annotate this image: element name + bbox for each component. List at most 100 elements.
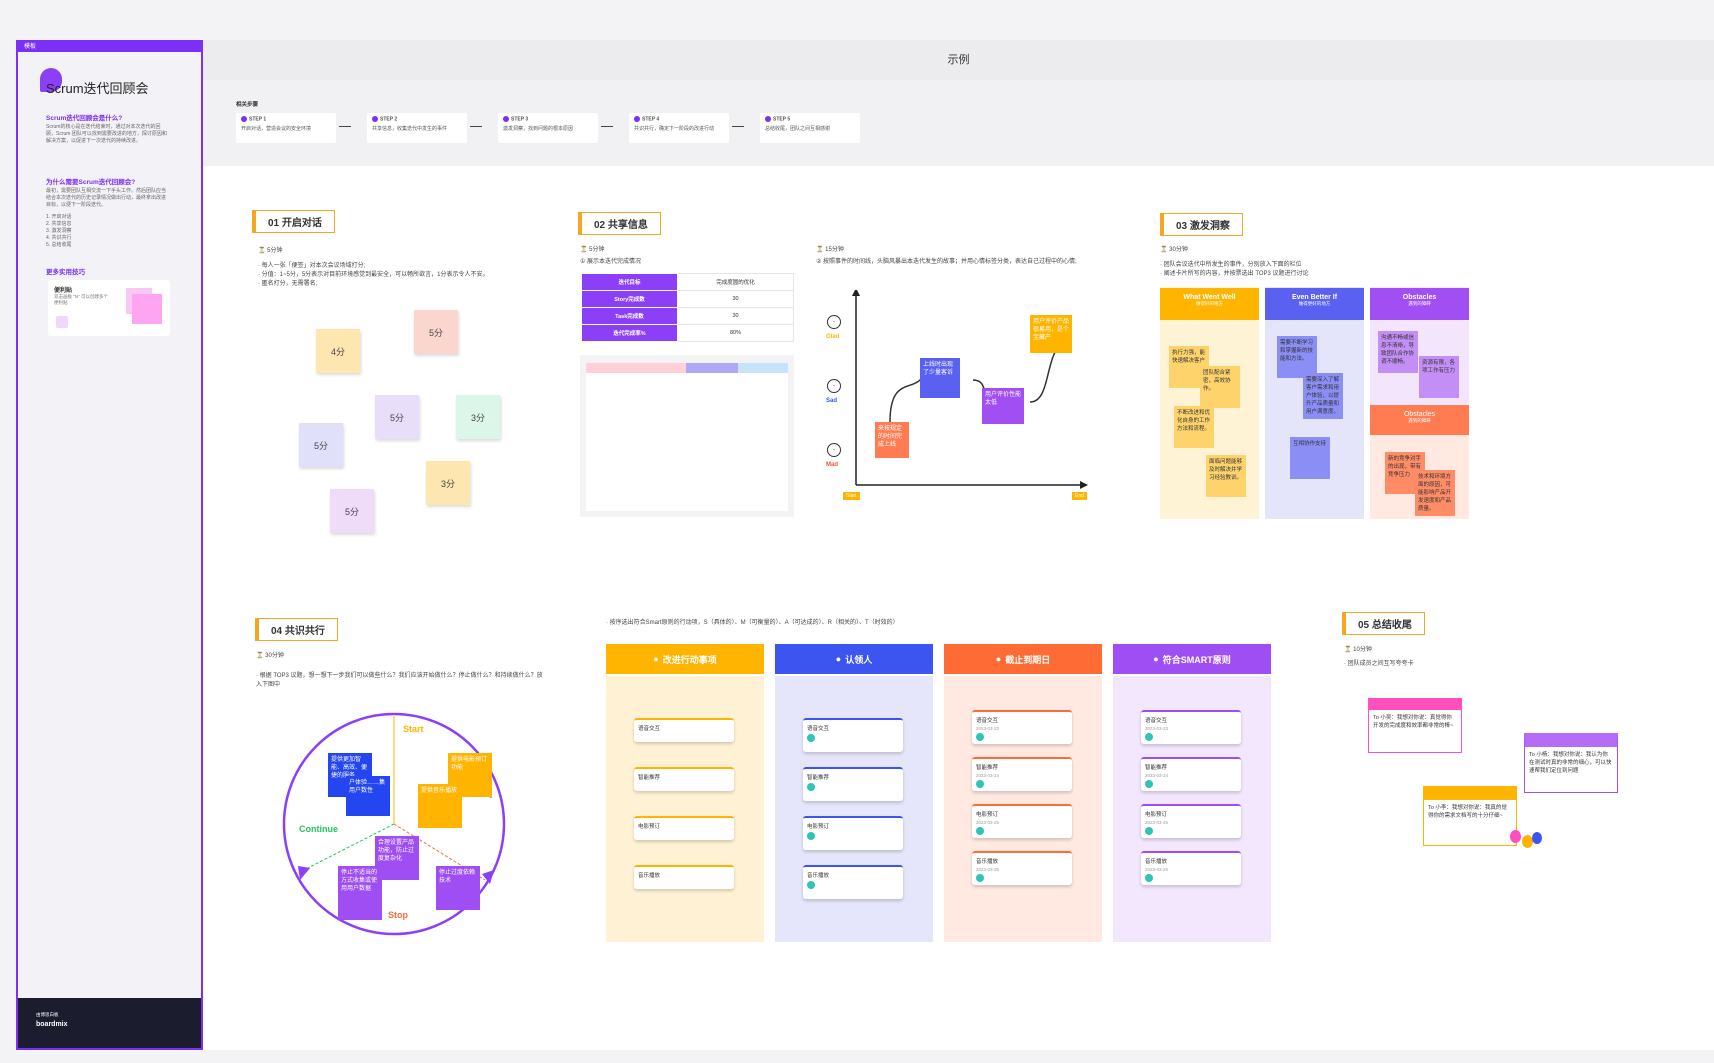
- table-row: Story完成数 30: [581, 290, 794, 308]
- table-key: Story完成数: [581, 290, 678, 308]
- score-sticky[interactable]: 4分: [316, 329, 360, 373]
- axis-start-label: Start: [843, 492, 860, 500]
- timing-02a: ⏳ 5分钟: [580, 247, 605, 253]
- kanban-card-date: 2023-03-25: [976, 867, 1000, 872]
- column-icon: ●: [835, 654, 842, 664]
- score-sticky[interactable]: 5分: [375, 395, 419, 439]
- event-sticky-3[interactable]: 用户评价性能太低: [982, 388, 1024, 424]
- insight-sticky[interactable]: 沟通不畅或信息不清晰，导致团队合作协调不顺畅。: [1378, 331, 1418, 373]
- score-sticky[interactable]: 5分: [414, 310, 458, 354]
- kanban-card[interactable]: 智能推荐 2023-03-24: [972, 757, 1072, 791]
- kanban-column: [606, 676, 764, 942]
- col-sub: 遇到的障碍: [1408, 301, 1431, 306]
- col-head: Obstacles 遇到的障碍: [1370, 288, 1469, 320]
- event-sticky-4[interactable]: 用户评价产品很易用，是个宝藏产: [1030, 315, 1072, 353]
- kanban-card[interactable]: 电影预订 2023-03-25: [972, 804, 1072, 838]
- event-sticky-2[interactable]: 上线时出现了少量客诉: [920, 358, 960, 398]
- timing-03-text: 30分钟: [1169, 247, 1188, 253]
- tip-card[interactable]: 便利贴 双击画板 "N" 可以创建多个便利贴: [48, 280, 170, 336]
- kanban-card[interactable]: 语音交互: [634, 718, 734, 742]
- event-sticky-1[interactable]: 来按规定的时间完成上线: [875, 422, 909, 458]
- kanban-card-title: 智能推荐: [638, 775, 661, 781]
- kanban-head-todo: [586, 363, 686, 373]
- kanban-card-title: 电影预订: [638, 824, 661, 830]
- instructions-01: · 每人一张「便签」对本次会议场域打分; · 分值：1~5分，5分表示对目前环境感…: [258, 262, 548, 289]
- timing-04: ⏳ 30分钟: [256, 653, 284, 659]
- insight-sticky[interactable]: 不断改进和优化自身的工作方法和流程。: [1174, 406, 1214, 448]
- step-title-text: STEP 2: [380, 116, 398, 123]
- kanban-card-title: 语音交互: [976, 718, 999, 724]
- step-card-1[interactable]: STEP 1 开启对话，营造会议的安全环境: [236, 113, 336, 143]
- kanban-header: ● 改进行动事项: [606, 644, 764, 674]
- insight-sticky[interactable]: 团队配合紧密，高效协作。: [1200, 366, 1240, 408]
- kanban-card[interactable]: 语音交互 2023-03-23: [972, 710, 1072, 744]
- insight-sticky[interactable]: 技术和环境方面的原因，可能影响产品开发速度和产品质量。: [1415, 470, 1455, 516]
- kanban-head-done: [738, 363, 788, 373]
- kanban-card-date: 2023-03-25: [1145, 867, 1169, 872]
- insight-sticky[interactable]: 需要不断学习和掌握新的技能和方法。: [1277, 336, 1317, 378]
- insight-sticky[interactable]: 互相协作支持: [1290, 437, 1330, 479]
- step-desc: 共识共行，确定下一阶段的改进行动: [634, 126, 715, 133]
- step-card-title: STEP 5: [765, 116, 855, 122]
- insight-sticky[interactable]: 需要深入了解客户需求和用户体验，以提升产品质量和用户满意度。: [1303, 373, 1343, 419]
- kanban-card[interactable]: 音乐播放 2023-03-25: [1141, 851, 1241, 885]
- col-sub: 做得更好的地方: [1298, 301, 1331, 306]
- arrow-right-icon: [601, 126, 613, 127]
- table-value: 80%: [677, 324, 794, 342]
- kanban-card[interactable]: 电影预订: [803, 816, 903, 850]
- score-sticky[interactable]: 5分: [299, 423, 343, 467]
- kanban-card-date: 2023-03-23: [976, 726, 1000, 731]
- y-arrow-icon: [852, 290, 860, 296]
- table-row: Task完成数 30: [581, 307, 794, 325]
- score-sticky[interactable]: 3分: [456, 395, 500, 439]
- avatar-icon: [807, 832, 815, 840]
- step-card-4[interactable]: STEP 4 共识共行，确定下一阶段的改进行动: [629, 113, 729, 143]
- kanban-card[interactable]: 智能推荐 2023-03-24: [1141, 757, 1241, 791]
- kanban-card-date: 2023-03-23: [1145, 726, 1169, 731]
- kanban-header-text: 截止到期日: [1005, 654, 1051, 665]
- start-sticky-2[interactable]: 提供音乐播放: [418, 784, 462, 828]
- kanban-card[interactable]: 音乐播放: [634, 865, 734, 889]
- stop-sticky-3[interactable]: 停止过度依赖技术: [436, 866, 480, 910]
- kanban-card[interactable]: 电影预订: [634, 816, 734, 840]
- col-obstacles2-title: Obstacles: [1403, 411, 1436, 418]
- tip-card-text: 双击画板 "N" 可以创建多个便利贴: [54, 294, 108, 305]
- section-text-why: 最初，需要团队互相交流一下手头工作。然后团队应当结合本次迭代的历史记录情况做出行…: [46, 188, 167, 208]
- insight-sticky[interactable]: 面临问题能够及时解决并学习经验教训。: [1206, 455, 1246, 497]
- kanban-card[interactable]: 音乐播放 2023-03-25: [972, 851, 1072, 885]
- score-sticky[interactable]: 5分: [330, 489, 374, 533]
- arrow-right-icon: [732, 126, 744, 127]
- insight-sticky[interactable]: 资源有限，各项工作有压力: [1419, 356, 1459, 398]
- kanban-card[interactable]: 智能推荐: [634, 767, 734, 791]
- timing-02a-text: 5分钟: [589, 247, 605, 253]
- kanban-card[interactable]: 音乐播放: [803, 865, 903, 899]
- arrow-right-icon: [470, 126, 482, 127]
- table-value: 完成度圆的优化: [677, 273, 794, 291]
- kanban-card[interactable]: 电影预订 2023-03-25: [1141, 804, 1241, 838]
- column-icon: ●: [995, 654, 1002, 664]
- kanban-card[interactable]: 语音交互 2023-03-23: [1141, 710, 1241, 744]
- step-card-3[interactable]: STEP 3 激发洞察，找到问题的根本原因: [498, 113, 598, 143]
- kanban-card[interactable]: 语音交互: [803, 718, 903, 752]
- kanban-card-title: 语音交互: [807, 726, 830, 732]
- timing-03: ⏳ 30分钟: [1160, 247, 1188, 253]
- kanban-card-title: 音乐播放: [976, 859, 999, 865]
- col-head: What Went Well 做得好的地方: [1160, 288, 1259, 320]
- continue-sticky-2[interactable]: 户体验……集用户数性: [346, 776, 390, 816]
- praise-card-1[interactable]: To 小吴：我想对你说：真觉得你开发的完成度和效率都非常的棒~: [1368, 698, 1462, 753]
- avatar-icon: [976, 780, 984, 788]
- stop-sticky-2[interactable]: 停止不适当的方式收集或使用用户数据: [338, 866, 382, 920]
- step-number-icon: [634, 116, 640, 122]
- instruction-line: · 团队会议迭代中所发生的事件，分别放入下面的栏位: [1160, 262, 1302, 268]
- praise-card-3[interactable]: To 小李：我想对你说：我真的觉得你的需求文档写的十分仔细~: [1423, 786, 1517, 846]
- kanban-card-title: 电影预订: [1145, 812, 1168, 818]
- score-sticky[interactable]: 3分: [426, 461, 470, 505]
- kanban-card[interactable]: 智能推荐: [803, 767, 903, 801]
- step-card-2[interactable]: STEP 2 共享信息，收集迭代中发生的事件: [367, 113, 467, 143]
- label-stop: Stop: [388, 910, 408, 920]
- praise-card-2[interactable]: To 小杨：我想对你说：我认为你在测试时真的非常的细心，可以快速帮我们定位到问题: [1524, 733, 1618, 793]
- step-card-5[interactable]: STEP 5 总结收尾，团队之间互相感谢: [760, 113, 860, 143]
- step-number-icon: [241, 116, 247, 122]
- instructions-03: · 团队会议迭代中所发生的事件，分别放入下面的栏位 · 阐述卡片所写的内容，并按票…: [1160, 261, 1470, 279]
- timing-05: ⏳ 10分钟: [1344, 647, 1372, 653]
